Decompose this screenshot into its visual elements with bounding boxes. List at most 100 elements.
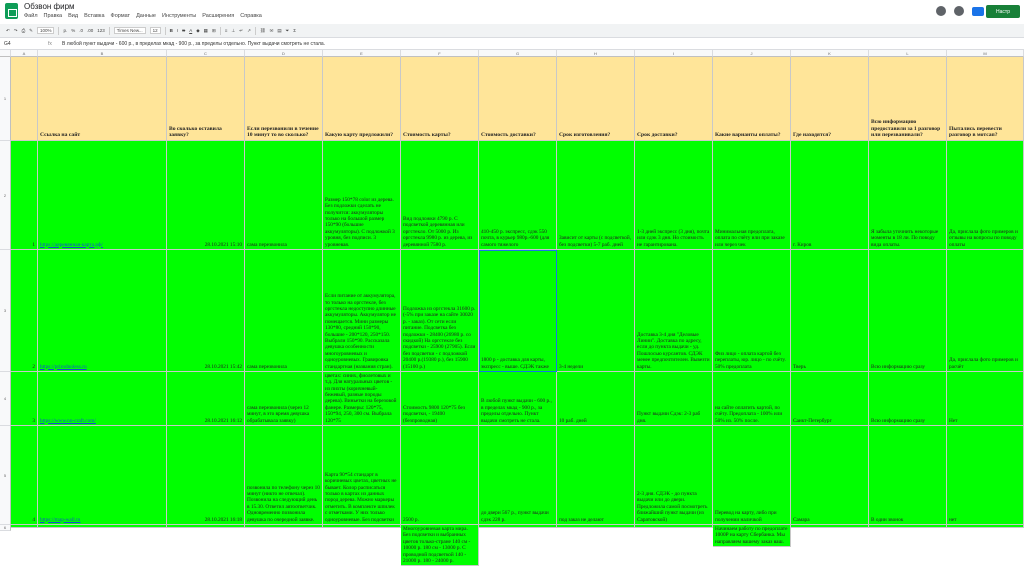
cell-col-c[interactable]: 28.10.2021 16:18	[167, 426, 245, 525]
cell-col-j[interactable]: Начинаем работу по предоплате 1000Р на к…	[713, 525, 791, 548]
cell-col-j[interactable]: на сайте оплатить картой, по счёту. Пред…	[713, 372, 791, 426]
menu-file[interactable]: Файл	[24, 13, 38, 19]
row-header[interactable]: 4	[0, 372, 11, 426]
insert-chart-icon[interactable]: ▤	[277, 28, 281, 34]
decrease-decimal-button[interactable]: .0	[79, 28, 83, 33]
cell-col-m[interactable]	[947, 525, 1024, 528]
site-link[interactable]: https://www.nn-craft.com/	[40, 418, 164, 424]
cell-col-h[interactable]: 10 раб. дней	[557, 372, 635, 426]
header-cell-col-i[interactable]: Срок доставки?	[635, 57, 713, 141]
cell-col-g[interactable]: до двери 567 р., пункт выдачи сдэк 228 р…	[479, 426, 557, 525]
cell-col-b[interactable]: https://деревянная-карта.рф/	[38, 141, 167, 250]
column-header-i[interactable]: I	[635, 50, 713, 57]
column-header-c[interactable]: C	[167, 50, 245, 57]
cell-col-j[interactable]: Перевод на карту, либо при получении нал…	[713, 426, 791, 525]
cell-col-g[interactable]	[479, 525, 557, 528]
column-header-d[interactable]: D	[245, 50, 323, 57]
cell-col-a[interactable]: 2	[11, 250, 38, 372]
site-link[interactable]: https://деревянная-карта.рф/	[40, 242, 164, 248]
menu-edit[interactable]: Правка	[44, 13, 63, 19]
cell-col-f[interactable]: Стоимость 9800 120*75 без подсветки, - 1…	[401, 372, 479, 426]
cell-col-d[interactable]: сама перезвонила (через 12 минут, в это …	[245, 372, 323, 426]
bold-button[interactable]: B	[170, 28, 173, 33]
strikethrough-button[interactable]: S	[182, 28, 185, 33]
cell-col-m[interactable]: Да, прислала фото примеров и отзывы на в…	[947, 141, 1024, 250]
row-header[interactable]: 3	[0, 250, 11, 372]
cell-col-i[interactable]: 1-3 дней экспресс (3 дня), почта или сдэ…	[635, 141, 713, 250]
select-all-corner[interactable]	[0, 50, 11, 57]
header-cell-col-l[interactable]: Всю информацию предоставили за 1 разгово…	[869, 57, 947, 141]
filter-icon[interactable]: ⏷	[286, 28, 290, 33]
menu-data[interactable]: Данные	[136, 13, 156, 19]
cell-col-l[interactable]: Я забыла уточнить некоторые моменты в 18…	[869, 141, 947, 250]
column-header-m[interactable]: M	[947, 50, 1024, 57]
site-link[interactable]: https://prirodnoless.ru	[40, 364, 164, 370]
menu-help[interactable]: Справка	[240, 13, 262, 19]
paint-format-icon[interactable]: ✎	[29, 28, 33, 34]
header-cell-col-g[interactable]: Стоимость доставки?	[479, 57, 557, 141]
spreadsheet-grid[interactable]: A B C D E F G H I J K L M 1 Ссылка на сайт Во сколько о…	[0, 50, 1024, 566]
cell-col-e[interactable]: Если питание от аккумулятора, то только …	[323, 250, 401, 372]
header-cell-col-e[interactable]: Какую карту предложили?	[323, 57, 401, 141]
cell-col-h[interactable]: Зависит от карты (с подсветкой, без подс…	[557, 141, 635, 250]
merge-cells-icon[interactable]: ⊞	[212, 28, 216, 34]
cell-col-i[interactable]: 2-3 дня. СДЭК - до пункта выдачи или до …	[635, 426, 713, 525]
history-icon[interactable]	[936, 6, 946, 16]
column-header-e[interactable]: E	[323, 50, 401, 57]
cell-col-a[interactable]	[11, 525, 38, 528]
cell-col-f[interactable]: Вид подложки 4790 р. С подсветкой деревя…	[401, 141, 479, 250]
header-cell-col-a[interactable]	[11, 57, 38, 141]
cell-col-d[interactable]	[245, 525, 323, 528]
row-header[interactable]: 2	[0, 141, 11, 250]
header-cell-col-f[interactable]: Стоимость карты?	[401, 57, 479, 141]
cell-col-h[interactable]: 3-4 недели	[557, 250, 635, 372]
column-header-f[interactable]: F	[401, 50, 479, 57]
cell-col-j[interactable]: Физ лицо - оплата картой без переплаты, …	[713, 250, 791, 372]
column-header-b[interactable]: B	[38, 50, 167, 57]
cell-col-e[interactable]	[323, 525, 401, 528]
header-cell-col-d[interactable]: Если перезвонили в течение 10 минут то в…	[245, 57, 323, 141]
column-header-j[interactable]: J	[713, 50, 791, 57]
cell-col-g[interactable]: 410-450 р. экспресс, сдэк 550 почта, в к…	[479, 141, 557, 250]
font-select[interactable]: Times New...	[113, 27, 146, 34]
header-cell-col-k[interactable]: Где находятся?	[791, 57, 869, 141]
zoom-select[interactable]: 100%	[36, 27, 55, 34]
cell-col-k[interactable]	[791, 525, 869, 528]
column-header-k[interactable]: K	[791, 50, 869, 57]
more-formats-button[interactable]: 123	[97, 28, 105, 33]
cell-col-l[interactable]: Всю информацию сразу	[869, 250, 947, 372]
cell-col-b[interactable]	[38, 525, 167, 528]
cell-col-a[interactable]: 1	[11, 141, 38, 250]
cell-col-d[interactable]: сама перезвонила	[245, 141, 323, 250]
italic-button[interactable]: I	[177, 28, 178, 33]
cell-col-h[interactable]	[557, 525, 635, 528]
cell-col-g[interactable]: В любой пункт выдачи - 600 р., в предела…	[479, 372, 557, 426]
undo-icon[interactable]: ↶	[6, 28, 10, 34]
cell-col-k[interactable]: Тверь	[791, 250, 869, 372]
sheets-logo-icon[interactable]	[5, 3, 18, 19]
percent-format-button[interactable]: %	[71, 28, 75, 33]
cell-col-b[interactable]: https://map-wall.ru	[38, 426, 167, 525]
column-header-l[interactable]: L	[869, 50, 947, 57]
cell-col-c[interactable]	[167, 525, 245, 528]
row-header[interactable]: 1	[0, 57, 11, 141]
font-size-select[interactable]: 12	[149, 27, 161, 34]
menu-format[interactable]: Формат	[111, 13, 131, 19]
cell-col-g[interactable]: 1800 р - доставка для карты, экспресс - …	[479, 250, 557, 372]
cell-col-f[interactable]: Многоуровневая карта мира. Без подсветки…	[401, 525, 479, 566]
cell-col-b[interactable]: https://www.nn-craft.com/	[38, 372, 167, 426]
cell-col-k[interactable]: Самара	[791, 426, 869, 525]
comments-icon[interactable]	[954, 6, 964, 16]
cell-col-m[interactable]: Да, прислала фото примеров и расчёт	[947, 250, 1024, 372]
cell-col-l[interactable]: Всю информацию сразу	[869, 372, 947, 426]
cell-col-l[interactable]	[869, 525, 947, 528]
redo-icon[interactable]: ↷	[14, 28, 18, 34]
header-cell-col-h[interactable]: Срок изготовления?	[557, 57, 635, 141]
cell-col-e[interactable]: Вариант с подсветкой на подложки из оргс…	[323, 372, 401, 426]
text-rotate-icon[interactable]: ↗	[247, 28, 251, 34]
menu-view[interactable]: Вид	[68, 13, 78, 19]
cell-col-k[interactable]: Санкт-Петербург	[791, 372, 869, 426]
row-header[interactable]: 5	[0, 426, 11, 525]
row-header[interactable]: 6	[0, 525, 11, 531]
cell-col-a[interactable]: 4	[11, 426, 38, 525]
